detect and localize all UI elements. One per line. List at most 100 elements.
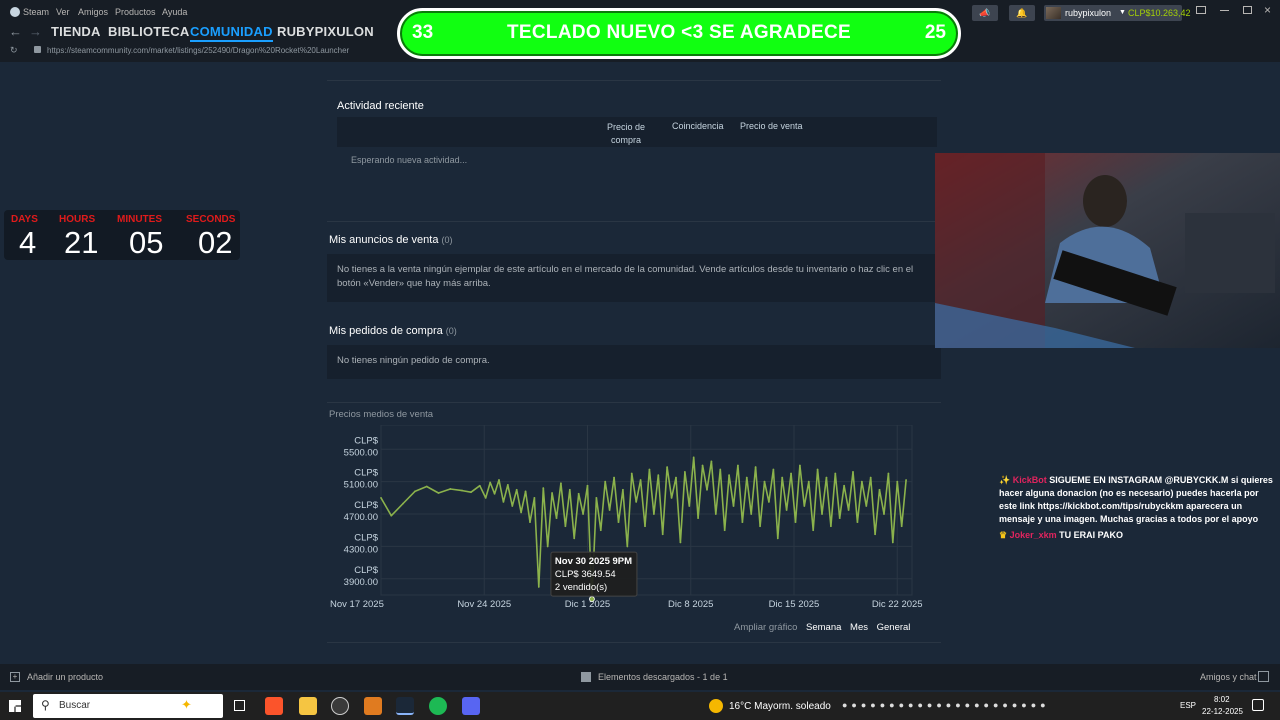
task-view-icon[interactable] [234, 700, 245, 711]
account-button[interactable]: rubypixulon ▼ CLP$10.263,42 [1044, 5, 1191, 21]
median-price-chart[interactable]: Precios medios de venta CLP$ 5500.00 CLP$ 5… [329, 408, 941, 638]
price-point[interactable] [834, 472, 837, 475]
price-point[interactable] [900, 525, 903, 528]
price-point[interactable] [595, 496, 598, 499]
weather-text[interactable]: 16°C Mayorm. soleado [729, 701, 831, 712]
maximize-icon[interactable] [1243, 6, 1252, 14]
price-point[interactable] [869, 476, 872, 479]
price-point[interactable] [564, 525, 567, 528]
price-point[interactable] [807, 480, 810, 483]
price-point[interactable] [905, 479, 907, 481]
price-point[interactable] [683, 471, 686, 473]
price-point[interactable] [799, 464, 801, 467]
downloads-icon[interactable] [581, 672, 591, 682]
price-point[interactable] [860, 480, 863, 483]
windows-start-icon[interactable] [9, 700, 21, 712]
price-point[interactable] [887, 472, 890, 475]
price-point[interactable] [573, 537, 576, 540]
price-point[interactable] [878, 488, 881, 491]
price-point[interactable] [670, 496, 673, 499]
add-product-icon[interactable]: + [10, 672, 20, 682]
price-point[interactable] [390, 514, 393, 517]
price-point[interactable] [425, 485, 428, 488]
price-point[interactable] [506, 484, 509, 486]
price-point[interactable] [437, 492, 440, 494]
price-point[interactable] [728, 474, 730, 477]
menu-amigos[interactable]: Amigos [78, 7, 108, 17]
price-point[interactable] [635, 501, 638, 503]
price-point[interactable] [785, 509, 788, 511]
price-point[interactable] [692, 456, 695, 459]
price-point[interactable] [630, 472, 633, 475]
menu-ayuda[interactable]: Ayuda [162, 7, 187, 17]
menu-productos[interactable]: Productos [115, 7, 156, 17]
price-point[interactable] [852, 471, 854, 473]
menu-ver[interactable]: Ver [56, 7, 70, 17]
price-point[interactable] [706, 488, 708, 491]
price-point[interactable] [821, 513, 823, 515]
price-point[interactable] [461, 489, 464, 492]
price-point[interactable] [838, 517, 841, 519]
file-explorer-icon[interactable] [299, 697, 317, 715]
obs-icon[interactable] [331, 697, 349, 715]
price-point[interactable] [380, 496, 382, 499]
price-point[interactable] [772, 468, 775, 471]
price-point[interactable] [484, 496, 487, 499]
minimize-icon[interactable] [1220, 10, 1229, 11]
price-point[interactable] [661, 533, 664, 536]
price-point[interactable] [652, 513, 655, 515]
price-point[interactable] [763, 480, 766, 483]
price-point[interactable] [776, 537, 779, 540]
price-point[interactable] [555, 517, 558, 519]
tab-biblioteca[interactable]: BIBLIOTECA [108, 24, 189, 39]
price-point[interactable] [701, 464, 704, 467]
language-indicator[interactable]: ESP [1180, 701, 1196, 710]
clock-time[interactable]: 8:02 [1214, 695, 1230, 704]
price-point[interactable] [816, 468, 819, 471]
price-point[interactable] [644, 525, 646, 528]
price-point[interactable] [803, 505, 806, 507]
tab-profile[interactable]: RUBYPIXULON [277, 24, 374, 39]
price-point[interactable] [551, 492, 553, 494]
broadcast-button[interactable]: 📣 [972, 5, 998, 21]
price-point[interactable] [781, 476, 784, 479]
price-point[interactable] [599, 529, 602, 532]
price-point[interactable] [639, 479, 642, 481]
price-point[interactable] [529, 521, 531, 524]
add-product-button[interactable]: Añadir un producto [27, 672, 103, 682]
price-point[interactable] [737, 464, 739, 467]
price-point[interactable] [542, 487, 545, 490]
price-point[interactable] [524, 490, 527, 493]
friends-icon[interactable] [1258, 671, 1269, 682]
forward-arrow-icon[interactable]: → [29, 24, 42, 39]
price-point[interactable] [511, 505, 514, 507]
price-point[interactable] [449, 488, 452, 490]
price-point[interactable] [829, 525, 832, 528]
price-point[interactable] [666, 466, 669, 468]
price-point[interactable] [577, 492, 580, 495]
notification-center-icon[interactable] [1252, 699, 1264, 711]
price-point[interactable] [515, 488, 518, 491]
price-point[interactable] [750, 513, 753, 515]
price-point[interactable] [675, 476, 677, 479]
price-point[interactable] [502, 501, 505, 503]
price-point[interactable] [679, 541, 682, 544]
price-point[interactable] [741, 521, 744, 524]
spotify-icon[interactable] [429, 697, 447, 715]
price-point[interactable] [710, 460, 713, 463]
price-point[interactable] [478, 484, 481, 487]
price-point[interactable] [520, 511, 523, 514]
price-point[interactable] [498, 479, 500, 481]
back-arrow-icon[interactable]: ← [9, 24, 22, 39]
app-icon[interactable] [364, 697, 382, 715]
price-point[interactable] [723, 529, 726, 532]
price-point[interactable] [613, 476, 615, 479]
price-point[interactable] [768, 501, 770, 503]
price-point[interactable] [414, 490, 416, 493]
price-point[interactable] [568, 488, 571, 491]
price-point[interactable] [759, 525, 761, 528]
steam-icon[interactable] [396, 697, 414, 715]
close-icon[interactable]: × [1264, 3, 1271, 17]
price-point[interactable] [586, 484, 589, 487]
price-point[interactable] [896, 480, 899, 483]
